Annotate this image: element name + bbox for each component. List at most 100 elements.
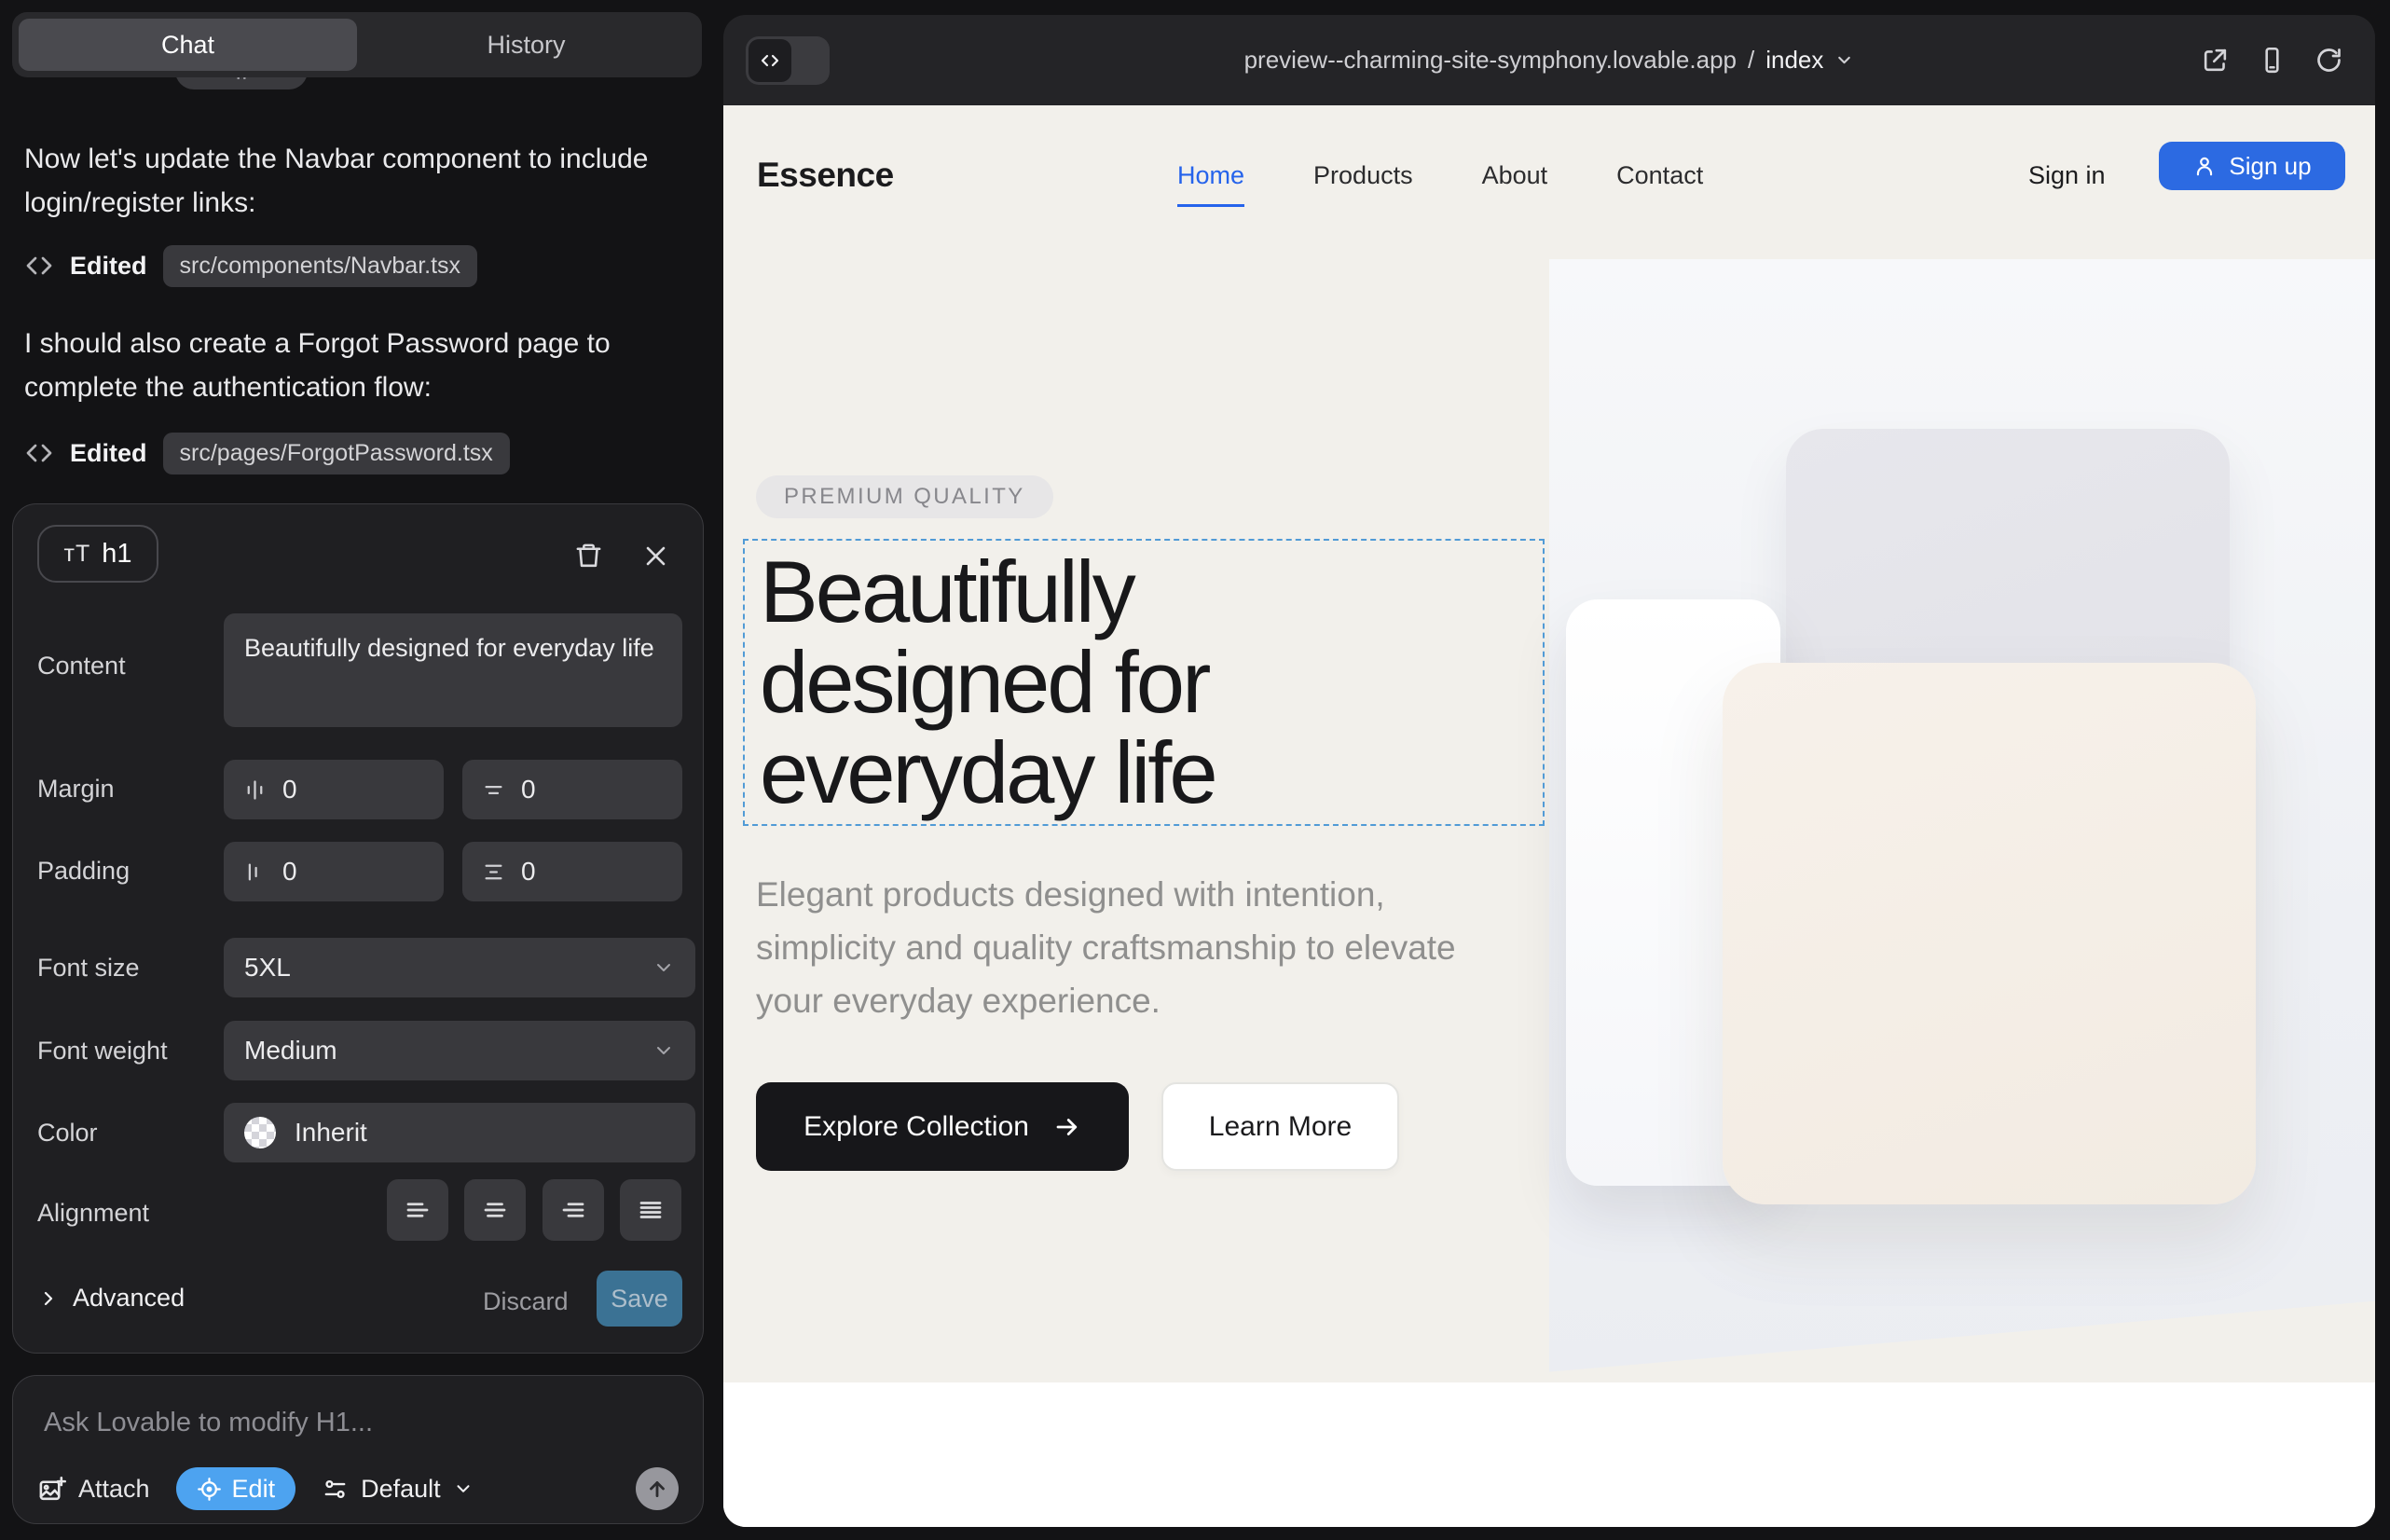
close-editor-button[interactable] bbox=[634, 534, 677, 577]
refresh-button[interactable] bbox=[2314, 46, 2343, 75]
url-host: preview--charming-site-symphony.lovable.… bbox=[1244, 46, 1737, 75]
chevron-down-icon bbox=[652, 1039, 675, 1062]
sign-up-button[interactable]: Sign up bbox=[2159, 142, 2345, 190]
padding-y-value: 0 bbox=[521, 857, 536, 887]
font-weight-select[interactable]: Medium bbox=[224, 1021, 695, 1080]
preview-browser-frame: preview--charming-site-symphony.lovable.… bbox=[723, 15, 2375, 1527]
sliders-icon bbox=[322, 1476, 349, 1503]
file-chip[interactable]: src/pages/ForgotPassword.tsx bbox=[163, 433, 510, 474]
site-navbar: Essence Home Products About Contact Sign… bbox=[723, 105, 2375, 245]
margin-y-value: 0 bbox=[521, 775, 536, 804]
tab-history[interactable]: History bbox=[357, 19, 695, 71]
align-right-button[interactable] bbox=[543, 1179, 604, 1241]
margin-horizontal-icon bbox=[242, 777, 268, 803]
chat-history-tabbar: Chat History bbox=[12, 12, 702, 77]
edited-label: Edited bbox=[70, 439, 147, 468]
learn-more-button[interactable]: Learn More bbox=[1161, 1082, 1399, 1171]
delete-element-button[interactable] bbox=[567, 534, 610, 577]
code-icon bbox=[749, 39, 791, 82]
padding-label: Padding bbox=[37, 857, 130, 886]
chevron-down-icon bbox=[652, 956, 675, 979]
font-weight-value: Medium bbox=[244, 1036, 337, 1066]
tab-chat[interactable]: Chat bbox=[19, 19, 357, 71]
selected-element-tag: тT h1 bbox=[37, 525, 158, 583]
margin-x-input[interactable]: 0 bbox=[224, 760, 444, 819]
padding-y-input[interactable]: 0 bbox=[462, 842, 682, 901]
font-size-value: 5XL bbox=[244, 953, 291, 983]
file-chip[interactable]: src/components/Navbar.tsx bbox=[163, 245, 478, 287]
site-logo[interactable]: Essence bbox=[757, 105, 894, 245]
chat-message: I should also create a Forgot Password p… bbox=[24, 322, 682, 409]
type-icon: тT bbox=[64, 541, 91, 568]
align-center-button[interactable] bbox=[464, 1179, 526, 1241]
nav-link-products[interactable]: Products bbox=[1313, 161, 1413, 190]
advanced-toggle[interactable]: Advanced bbox=[37, 1284, 185, 1313]
attach-label: Attach bbox=[78, 1475, 150, 1504]
chat-composer: Attach Edit Default bbox=[12, 1375, 704, 1524]
user-icon bbox=[2192, 154, 2217, 178]
discard-button[interactable]: Discard bbox=[483, 1287, 569, 1316]
color-label: Color bbox=[37, 1119, 98, 1148]
default-label: Default bbox=[361, 1475, 441, 1504]
element-style-editor: тT h1 Content Beautifully designed for e… bbox=[12, 503, 704, 1354]
padding-horizontal-icon bbox=[242, 859, 268, 885]
explore-collection-button[interactable]: Explore Collection bbox=[756, 1082, 1129, 1171]
url-separator: / bbox=[1748, 46, 1754, 75]
code-icon bbox=[24, 438, 54, 468]
site-nav-links: Home Products About Contact bbox=[1177, 105, 1703, 245]
mobile-view-button[interactable] bbox=[2258, 46, 2287, 75]
composer-input[interactable] bbox=[44, 1402, 659, 1443]
sign-up-label: Sign up bbox=[2229, 152, 2311, 181]
model-default-select[interactable]: Default bbox=[322, 1475, 474, 1504]
alignment-label: Alignment bbox=[37, 1199, 149, 1228]
edited-file-row: Edited src/components/Navbar.tsx bbox=[24, 244, 477, 287]
sign-in-link[interactable]: Sign in bbox=[2028, 105, 2106, 245]
chevron-right-icon bbox=[37, 1287, 60, 1310]
margin-y-input[interactable]: 0 bbox=[462, 760, 682, 819]
content-label: Content bbox=[37, 652, 126, 681]
chevron-down-icon bbox=[453, 1478, 474, 1499]
font-size-label: Font size bbox=[37, 954, 140, 983]
hero-heading: Beautifully designed for everyday life bbox=[760, 546, 1216, 818]
padding-x-value: 0 bbox=[282, 857, 297, 887]
tag-name: h1 bbox=[102, 539, 131, 570]
nav-link-about[interactable]: About bbox=[1482, 161, 1548, 190]
attach-button[interactable]: Attach bbox=[37, 1475, 150, 1504]
code-view-toggle[interactable] bbox=[746, 36, 830, 85]
next-section-background bbox=[723, 1382, 2375, 1527]
margin-x-value: 0 bbox=[282, 775, 297, 804]
font-size-select[interactable]: 5XL bbox=[224, 938, 695, 997]
padding-vertical-icon bbox=[481, 859, 506, 885]
content-input[interactable]: Beautifully designed for everyday life bbox=[224, 613, 682, 727]
save-button[interactable]: Save bbox=[597, 1271, 682, 1327]
target-icon bbox=[197, 1477, 222, 1502]
arrow-up-icon bbox=[645, 1477, 669, 1501]
color-value: Inherit bbox=[295, 1118, 367, 1148]
composer-toolbar: Attach Edit Default bbox=[37, 1465, 679, 1512]
code-icon bbox=[24, 251, 54, 281]
send-button[interactable] bbox=[636, 1467, 679, 1510]
explore-collection-label: Explore Collection bbox=[804, 1111, 1029, 1143]
decorative-card-cream bbox=[1723, 663, 2256, 1204]
hero-paragraph: Elegant products designed with intention… bbox=[756, 868, 1502, 1027]
edit-mode-button[interactable]: Edit bbox=[176, 1467, 296, 1510]
color-swatch-icon bbox=[244, 1117, 276, 1148]
attach-image-icon bbox=[37, 1475, 66, 1504]
premium-quality-badge: PREMIUM QUALITY bbox=[756, 475, 1053, 518]
edited-file-row: Edited src/pages/ForgotPassword.tsx bbox=[24, 432, 510, 474]
url-breadcrumb[interactable]: preview--charming-site-symphony.lovable.… bbox=[910, 15, 2189, 105]
hero-bottom-wedge bbox=[1549, 1294, 2375, 1382]
color-select[interactable]: Inherit bbox=[224, 1103, 695, 1162]
nav-link-home[interactable]: Home bbox=[1177, 161, 1244, 190]
edit-label: Edit bbox=[232, 1475, 276, 1504]
align-justify-button[interactable] bbox=[620, 1179, 681, 1241]
align-left-button[interactable] bbox=[387, 1179, 448, 1241]
edited-label: Edited bbox=[70, 252, 147, 281]
padding-x-input[interactable]: 0 bbox=[224, 842, 444, 901]
arrow-right-icon bbox=[1053, 1113, 1081, 1141]
open-external-button[interactable] bbox=[2201, 46, 2230, 75]
margin-vertical-icon bbox=[481, 777, 506, 803]
selected-h1-outline[interactable]: Beautifully designed for everyday life bbox=[743, 539, 1545, 826]
nav-link-contact[interactable]: Contact bbox=[1616, 161, 1703, 190]
browser-chrome-bar: preview--charming-site-symphony.lovable.… bbox=[723, 15, 2375, 105]
